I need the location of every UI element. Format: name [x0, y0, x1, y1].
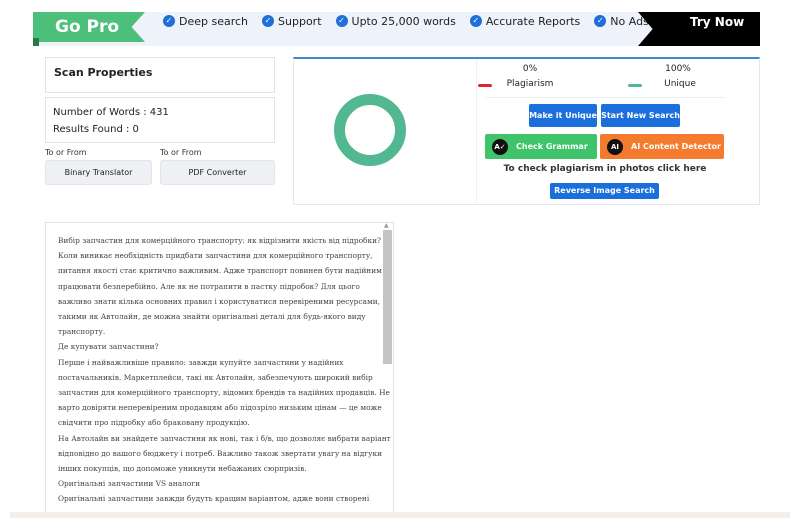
- text-line: свідчити про підробку або браковану прод…: [58, 418, 250, 428]
- check-icon: ✓: [335, 15, 348, 27]
- text-line: постачальників. Маркетплейси, такі як Ав…: [58, 372, 373, 382]
- grammar-icon: A✓: [492, 138, 508, 155]
- text-line: інших покупців, що допоможе уникнути неб…: [58, 464, 307, 474]
- text-line: питання якості стає критично важливим. А…: [58, 266, 387, 276]
- button-label: Check Grammar: [516, 142, 588, 151]
- unique-label: Unique: [664, 79, 696, 89]
- feature-label: Accurate Reports: [485, 14, 581, 28]
- feature-words: ✓ Upto 25,000 words: [335, 14, 456, 28]
- plagiarism-legend-swatch: [478, 84, 492, 87]
- text-line: Оригінальні запчастини завжди будуть кра…: [58, 494, 370, 504]
- check-grammar-button[interactable]: A✓ Check Grammar: [485, 134, 597, 159]
- ribbon-fold: [33, 38, 39, 46]
- start-new-search-button[interactable]: Start New Search: [601, 104, 680, 127]
- text-line: варто довіряти неперевіреним продавцям а…: [58, 403, 382, 413]
- unique-percent: 100%: [665, 64, 691, 74]
- page-bottom-edge: [10, 512, 790, 518]
- tool-label: To or From: [160, 148, 202, 157]
- scan-properties-title: Scan Properties: [45, 57, 275, 93]
- go-pro-label[interactable]: Go Pro: [33, 12, 145, 42]
- text-input-area[interactable]: Вибір запчастин для комерційного транспо…: [45, 222, 394, 514]
- separator: [485, 97, 725, 98]
- pdf-converter-button[interactable]: PDF Converter: [160, 160, 275, 185]
- check-icon: ✓: [594, 15, 607, 27]
- text-line: Перше і найважливіше правило: завжди куп…: [58, 357, 344, 367]
- text-line: важливо знати кілька основних правил і к…: [58, 296, 380, 306]
- feature-deep-search: ✓ Deep search: [163, 15, 248, 28]
- word-count: Number of Words : 431: [53, 107, 169, 118]
- photo-hint: To check plagiarism in photos click here: [503, 164, 707, 174]
- text-line: працювати безперебійно. Але як не потрап…: [58, 281, 360, 291]
- text-line: На Автолайн ви знайдете запчастини як но…: [58, 433, 391, 443]
- check-icon: ✓: [163, 15, 175, 27]
- ai-icon: AI: [607, 138, 623, 155]
- reverse-image-search-button[interactable]: Reverse Image Search: [550, 183, 659, 199]
- text-line: Вибір запчастин для комерційного транспо…: [58, 236, 381, 245]
- make-unique-button[interactable]: Make it Unique: [529, 104, 597, 127]
- scrollbar-thumb[interactable]: [383, 230, 392, 364]
- divider: [476, 59, 477, 205]
- plagiarism-percent: 0%: [522, 64, 538, 74]
- tool-label: To or From: [45, 148, 87, 157]
- try-now-button[interactable]: Try Now: [638, 12, 760, 46]
- text-line: відповідно до вашого бюджету і потреб. В…: [58, 448, 383, 458]
- feature-support: ✓ Support: [262, 14, 322, 28]
- feature-label: Support: [278, 14, 322, 28]
- text-line: Де купувати запчастини?: [58, 342, 159, 352]
- text-line: такими як Автолайн, де можна знайти ориг…: [58, 312, 366, 322]
- text-line: Коли виникає необхідність придбати запча…: [58, 251, 373, 261]
- text-content: Вибір запчастин для комерційного транспо…: [46, 223, 391, 507]
- check-icon: ✓: [262, 15, 275, 27]
- text-line: Оригінальні запчастини VS аналоги: [58, 479, 201, 489]
- scroll-up-arrow[interactable]: ▲: [384, 222, 389, 229]
- ai-content-detector-button[interactable]: AI AI Content Detector: [600, 134, 724, 159]
- feature-label: Deep search: [179, 14, 249, 28]
- pro-features: ✓ Deep search ✓ Support ✓ Upto 25,000 words…: [163, 13, 649, 29]
- results-found: Results Found : 0: [53, 124, 139, 135]
- binary-translator-button[interactable]: Binary Translator: [45, 160, 152, 185]
- scan-stats: Number of Words : 431 Results Found : 0: [45, 97, 275, 143]
- check-icon: ✓: [469, 15, 482, 27]
- feature-no-ads: ✓ No Ads: [594, 15, 649, 28]
- button-label: AI Content Detector: [631, 142, 721, 151]
- plagiarism-label: Plagiarism: [506, 79, 554, 89]
- unique-legend-swatch: [628, 84, 642, 87]
- text-line: транспорту.: [58, 327, 106, 337]
- text-line: запчастин для комерційного транспорту, в…: [58, 388, 390, 398]
- feature-reports: ✓ Accurate Reports: [469, 14, 581, 28]
- uniqueness-donut-chart: [334, 94, 406, 166]
- feature-label: Upto 25,000 words: [351, 14, 456, 28]
